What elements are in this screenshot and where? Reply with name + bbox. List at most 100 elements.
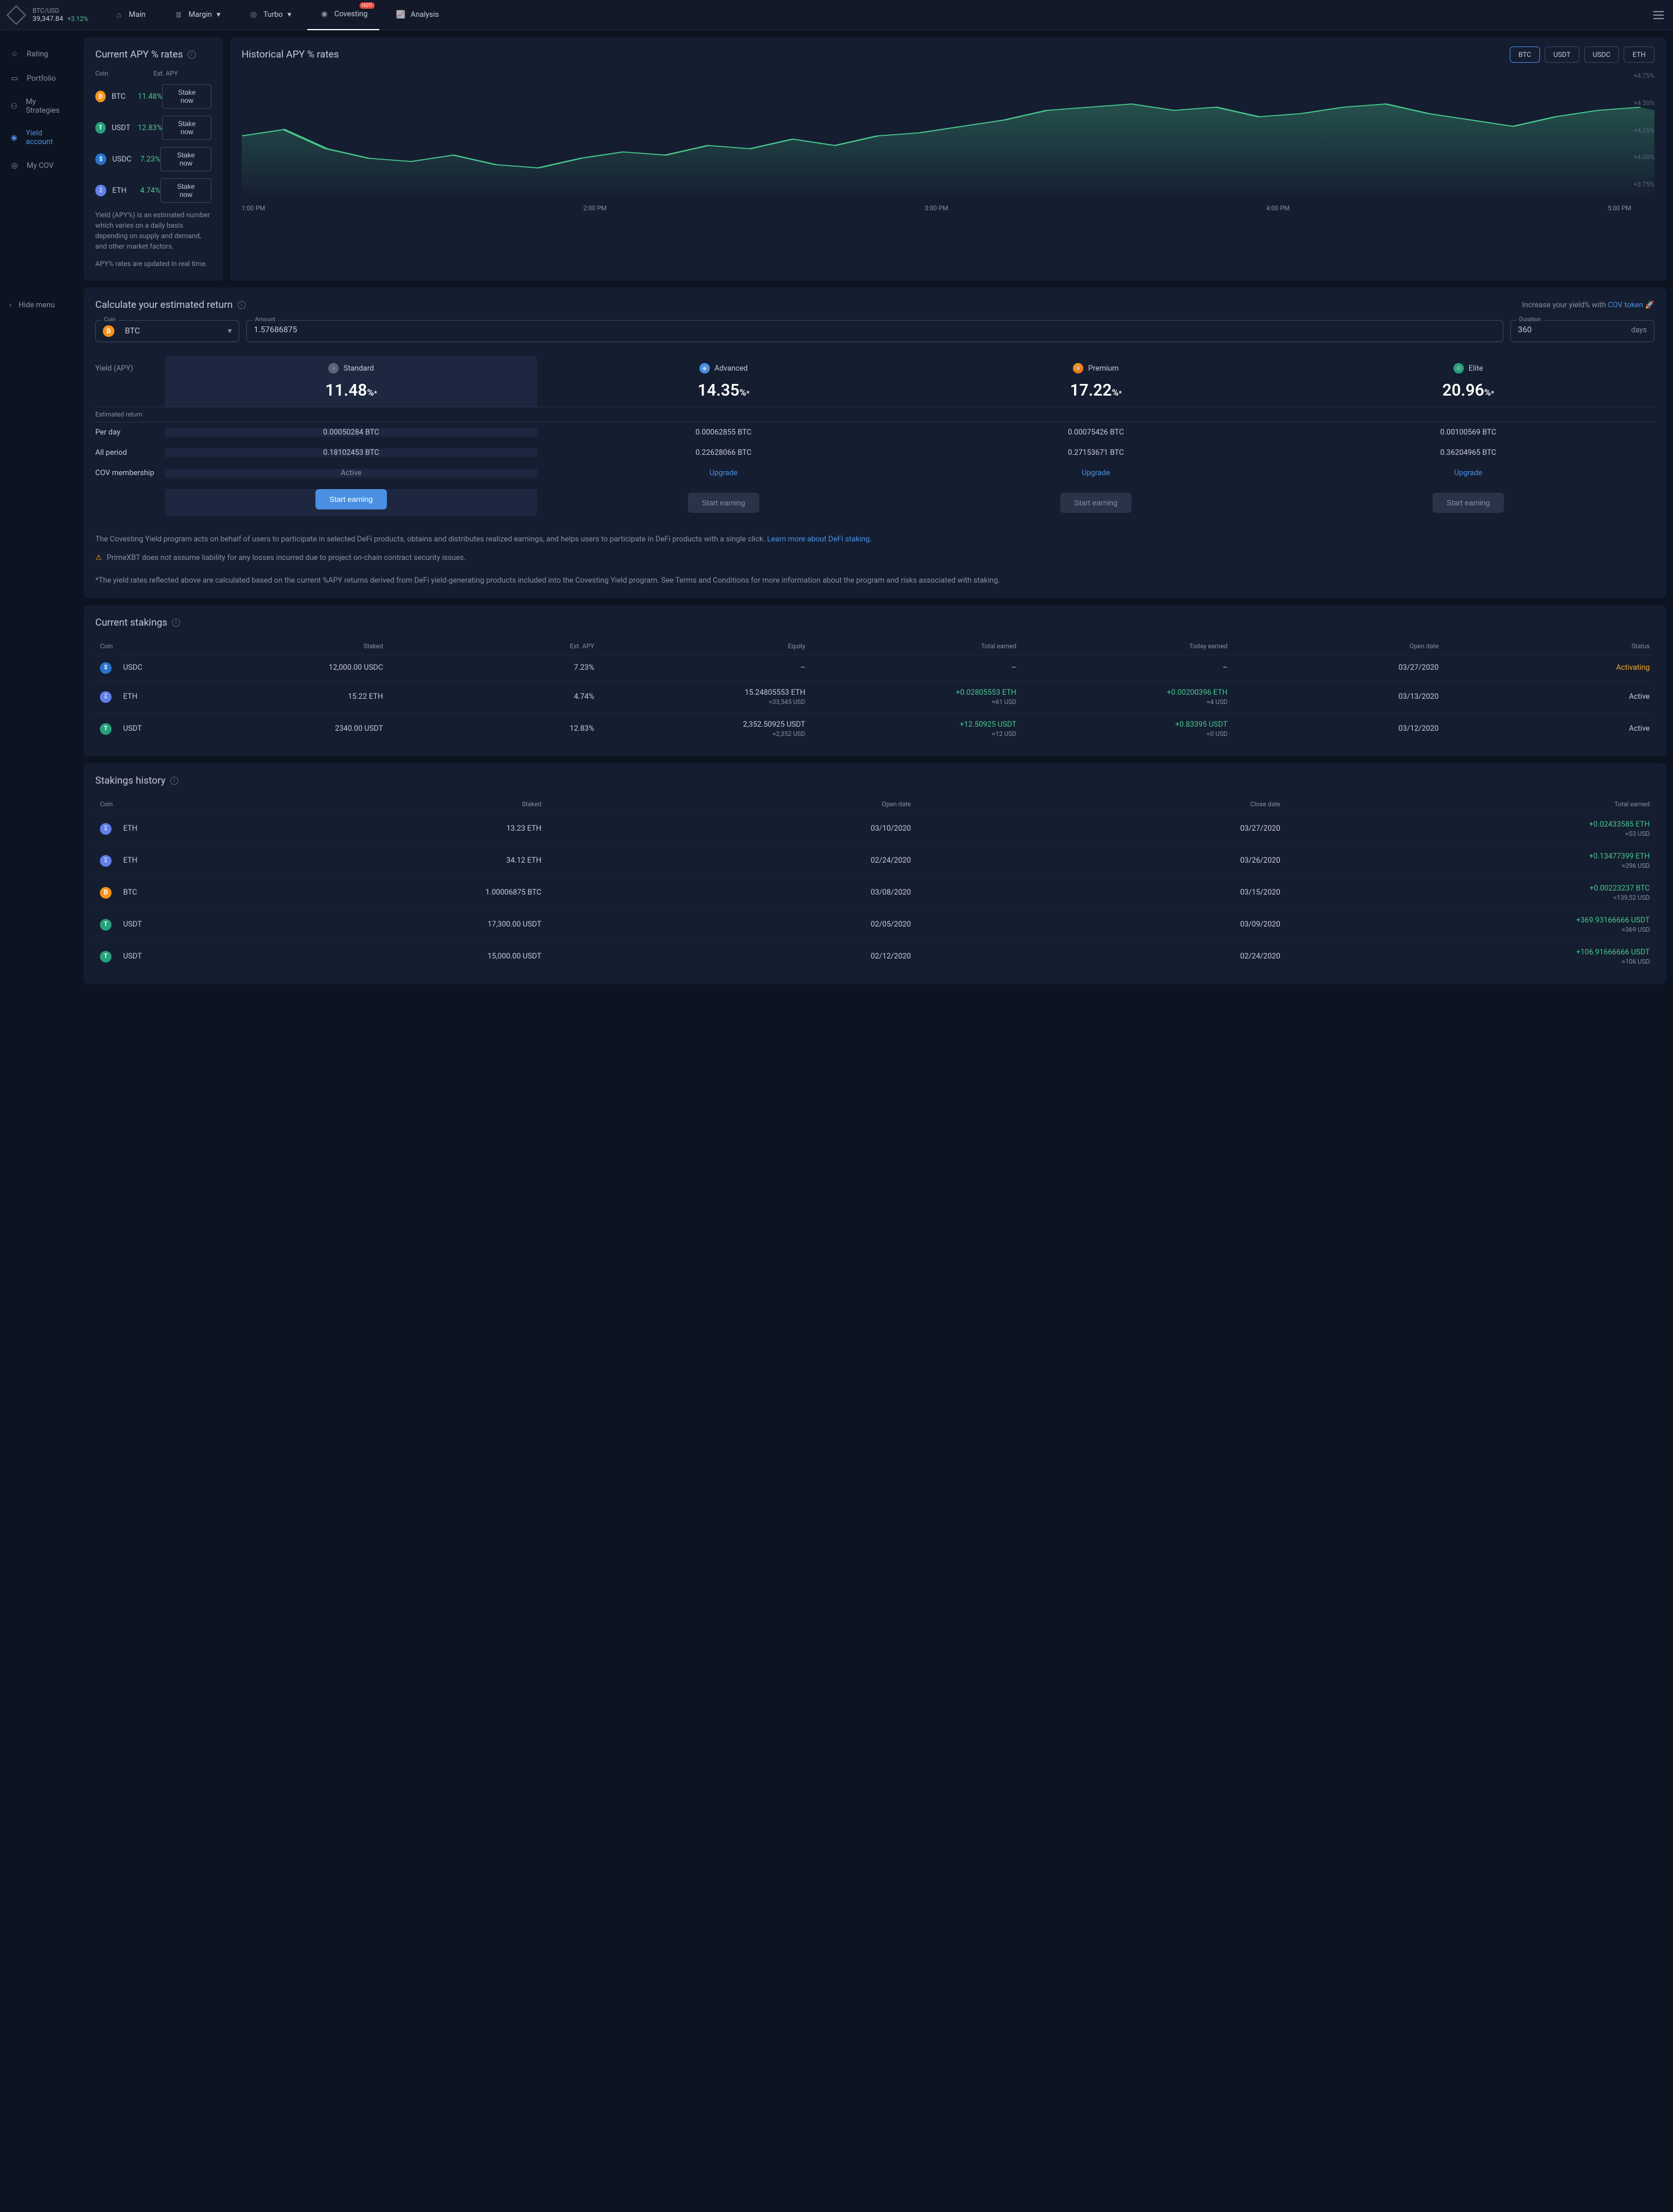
coin-select[interactable]: Coin ₿ BTC ▾ <box>95 320 239 342</box>
header: BTC/USD 39,347.84 +3.12% ⌂ Main ⫾⫾ Margi… <box>0 0 1673 30</box>
yield-label: Yield (APY) <box>95 356 165 407</box>
info-icon[interactable]: i <box>238 301 246 309</box>
apy-row: T USDT 12.83% Stake now <box>95 116 211 140</box>
eth-icon: Ξ <box>100 855 112 867</box>
usdt-icon: T <box>100 723 112 735</box>
btc-icon: ₿ <box>100 887 112 899</box>
apy-note: Yield (APY%) is an estimated number whic… <box>95 210 211 252</box>
sidebar-cov[interactable]: ◎ My COV <box>0 153 77 178</box>
chevron-down-icon: ▾ <box>228 326 232 336</box>
chart-tab-usdt[interactable]: USDT <box>1545 46 1579 63</box>
target-icon: ◎ <box>248 10 259 20</box>
chart-tab-btc[interactable]: BTC <box>1510 46 1540 63</box>
eth-icon: Ξ <box>100 691 112 703</box>
apy-row: $ USDC 7.23% Stake now <box>95 147 211 171</box>
stake-button[interactable]: Stake now <box>160 147 211 171</box>
nav-analysis[interactable]: 📈 Analysis <box>384 0 451 30</box>
tier-standard: ○Standard 11.48%* <box>165 356 537 407</box>
sidebar-strategies[interactable]: ⚇ My Strategies <box>0 91 77 122</box>
menu-button[interactable] <box>1653 11 1664 19</box>
stakings-history-card: Stakings history i Coin Staked Open date… <box>84 763 1666 984</box>
start-earning-button[interactable]: Start earning <box>688 493 759 513</box>
hide-menu-button[interactable]: ‹ Hide menu <box>0 294 77 317</box>
cov-icon: ◎ <box>9 160 20 171</box>
bars-icon: ⫾⫾ <box>173 10 184 20</box>
nav-turbo[interactable]: ◎ Turbo ▾ <box>236 0 303 30</box>
chart-icon: 📈 <box>396 10 406 20</box>
coins-icon: ◉ <box>9 132 19 143</box>
chart-tabs: BTC USDT USDCETH <box>1510 46 1654 63</box>
chevron-left-icon: ‹ <box>9 301 12 310</box>
sidebar-portfolio[interactable]: ▭ Portfolio <box>0 66 77 91</box>
covesting-icon: ◉ <box>319 9 329 20</box>
start-earning-button[interactable]: Start earning <box>1060 493 1131 513</box>
card-title: Current stakings <box>95 617 167 629</box>
staking-row: TUSDT 2340.00 USDT 12.83% 2,352.50925 US… <box>95 713 1654 745</box>
eth-icon: Ξ <box>100 823 112 835</box>
sidebar-yield[interactable]: ◉ Yield account <box>0 122 77 153</box>
chevron-down-icon: ▾ <box>217 10 221 19</box>
ticker: BTC/USD 39,347.84 +3.12% <box>33 7 88 23</box>
learn-more-link[interactable]: Learn more about DeFi staking. <box>767 535 872 544</box>
stake-button[interactable]: Stake now <box>160 178 211 203</box>
advanced-icon: ◆ <box>699 363 710 374</box>
stake-button[interactable]: Stake now <box>162 116 211 140</box>
upgrade-link[interactable]: Upgrade <box>1282 469 1654 477</box>
nav-covesting[interactable]: HOT! ◉ Covesting <box>307 0 379 30</box>
ticker-pair: BTC/USD <box>33 7 88 15</box>
sidebar-rating[interactable]: ☆ Rating <box>0 42 77 66</box>
btc-icon: ₿ <box>95 91 106 102</box>
usdt-icon: T <box>100 919 112 931</box>
usdc-icon: $ <box>95 153 106 165</box>
star-icon: ☆ <box>9 49 20 59</box>
sidebar: ☆ Rating ▭ Portfolio ⚇ My Strategies ◉ Y… <box>0 30 77 991</box>
chart-tab-eth[interactable]: ETH <box>1624 46 1654 63</box>
current-apy-card: Current APY % rates i Coin Est. APY ₿ BT… <box>84 37 223 281</box>
duration-input[interactable]: Duration 360 days <box>1510 320 1654 342</box>
apy-note-2: APY% rates are updated in real time. <box>95 258 211 269</box>
current-stakings-card: Current stakings i Coin Staked Est. APY … <box>84 605 1666 756</box>
calculator-card: Calculate your estimated return i Increa… <box>84 288 1666 598</box>
apy-row: ₿ BTC 11.48% Stake now <box>95 84 211 109</box>
elite-icon: ♔ <box>1453 363 1464 374</box>
briefcase-icon: ▭ <box>9 73 20 84</box>
warning-icon: ⚠ <box>95 552 102 564</box>
eth-icon: Ξ <box>95 185 106 196</box>
nav-margin[interactable]: ⫾⫾ Margin ▾ <box>161 0 232 30</box>
staking-row: ΞETH 15.22 ETH 4.74% 15.24805553 ETH≈33,… <box>95 681 1654 713</box>
info-icon[interactable]: i <box>188 51 196 59</box>
chevron-down-icon: ▾ <box>288 10 292 19</box>
history-row: TUSDT 15,000.00 USDT 02/12/2020 02/24/20… <box>95 940 1654 972</box>
usdt-icon: T <box>100 951 112 963</box>
usdt-icon: T <box>95 122 106 134</box>
staking-row: $USDC 12,000.00 USDC 7.23% – – – 03/27/2… <box>95 655 1654 681</box>
tier-advanced: ◆Advanced 14.35%* <box>537 356 910 407</box>
history-row: TUSDT 17,300.00 USDT 02/05/2020 03/09/20… <box>95 909 1654 940</box>
logo[interactable] <box>6 5 26 25</box>
cov-token-link[interactable]: COV token <box>1608 301 1643 310</box>
card-title: Calculate your estimated return <box>95 299 233 311</box>
stake-button[interactable]: Stake now <box>162 84 211 109</box>
chart-area: +4.75%+4.50%+4.25%+4.00%+3.75% <box>242 72 1654 200</box>
amount-input[interactable]: Amount 1.57686875 <box>246 320 1503 342</box>
chart-tab-usdc[interactable]: USDC <box>1584 46 1620 63</box>
nav-main[interactable]: ⌂ Main <box>102 0 157 30</box>
info-icon[interactable]: i <box>170 777 178 785</box>
card-title: Historical APY % rates <box>242 49 339 60</box>
card-title: Stakings history <box>95 775 166 787</box>
main-nav: ⌂ Main ⫾⫾ Margin ▾ ◎ Turbo ▾ HOT! ◉ Cove… <box>102 0 451 30</box>
promo-text: Increase your yield% with COV token 🚀 <box>1522 301 1654 310</box>
tier-elite: ♔Elite 20.96%* <box>1282 356 1654 407</box>
btc-icon: ₿ <box>103 325 114 337</box>
strategies-icon: ⚇ <box>9 101 19 112</box>
info-icon[interactable]: i <box>172 619 180 627</box>
upgrade-link[interactable]: Upgrade <box>537 469 910 477</box>
home-icon: ⌂ <box>114 10 124 20</box>
start-earning-button[interactable]: Start earning <box>1433 493 1503 513</box>
card-title: Current APY % rates <box>95 49 183 60</box>
upgrade-link[interactable]: Upgrade <box>910 469 1282 477</box>
ticker-price: 39,347.84 <box>33 15 63 23</box>
start-earning-button[interactable]: Start earning <box>315 489 386 509</box>
apy-row: Ξ ETH 4.74% Stake now <box>95 178 211 203</box>
historical-apy-card: Historical APY % rates BTC USDT USDCETH +4… <box>230 37 1666 281</box>
